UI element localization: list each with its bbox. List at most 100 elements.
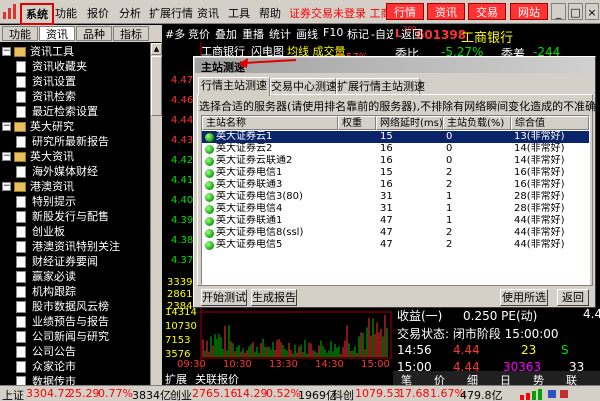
server-row[interactable]: 英大证券联通1 47 1 44(非常好)	[202, 215, 589, 227]
server-row[interactable]: 英大证券电信3(80) 31 1 28(非常好)	[202, 191, 589, 203]
tree-item[interactable]: 机构跟踪	[0, 284, 150, 300]
menu-tools[interactable]: 工具	[228, 5, 250, 21]
menu-info[interactable]: 资讯	[197, 5, 219, 21]
tree-item[interactable]: 特别提示	[0, 194, 150, 210]
tab-extended-speed[interactable]: 扩展行情主站测速	[336, 78, 425, 95]
menu-extended-market[interactable]: 扩展行情	[149, 5, 193, 21]
tree-item[interactable]: 业绩预告与报告	[0, 314, 150, 330]
tab-indicator[interactable]: 指标	[113, 26, 149, 41]
tb-auction[interactable]: 竞价	[188, 26, 210, 42]
sh-pct: 0.77%	[98, 387, 133, 400]
server-list[interactable]: 主站名称 权重 网络延时(ms) 主站负载(%) 综合值 英大证券云1 15 0 13…	[201, 115, 590, 285]
tree-item[interactable]: 资讯收藏夹	[0, 59, 150, 75]
tree-item-label: 创业板	[32, 225, 65, 238]
tab-trade-speed[interactable]: 交易中心测速	[270, 78, 337, 95]
document-icon	[16, 91, 26, 103]
tab-info[interactable]: 资讯	[39, 26, 75, 41]
website-button[interactable]: 网站	[510, 3, 548, 20]
tree-group[interactable]: − 英大研究	[0, 119, 150, 135]
menu-quote[interactable]: 报价	[87, 5, 109, 21]
income-value: 0.250 PE(动)	[463, 309, 538, 323]
tree-item[interactable]: 资讯设置	[0, 74, 150, 90]
server-row[interactable]: 英大证券电信4 31 1 28(非常好)	[202, 203, 589, 215]
document-icon	[16, 316, 26, 328]
website-button-label: 网站	[518, 6, 540, 19]
menu-analysis[interactable]: 分析	[119, 5, 141, 21]
tree-item[interactable]: 赢家必读	[0, 269, 150, 285]
tb-back[interactable]: 返回	[401, 26, 423, 42]
tab-market-speed[interactable]: 行情主站测速	[198, 77, 270, 96]
tb-stats[interactable]: 统计	[269, 26, 291, 42]
maximize-button[interactable]: □	[568, 3, 583, 20]
tree-item[interactable]: 公司公告	[0, 344, 150, 360]
col-score[interactable]: 综合值	[511, 116, 589, 130]
tb-multi[interactable]: #多	[165, 26, 185, 42]
document-icon	[16, 61, 26, 73]
tree-item-label: 资讯检索	[32, 90, 76, 103]
folder-icon	[14, 122, 26, 132]
annotation-arrow-icon	[238, 58, 297, 68]
tree-item[interactable]: 资讯检索	[0, 89, 150, 105]
tb-f10[interactable]: F10	[323, 26, 343, 39]
tree-item[interactable]: 创业板	[0, 224, 150, 240]
scroll-up-icon[interactable]: ▲	[151, 43, 162, 55]
server-row[interactable]: 英大证券联通3 16 2 16(非常好)	[202, 179, 589, 191]
start-test-button[interactable]: 开始测试	[201, 289, 247, 306]
document-icon	[16, 196, 26, 208]
tree-item[interactable]: 港澳资讯特别关注	[0, 239, 150, 255]
server-row[interactable]: 英大证券云联通2 16 0 14(非常好)	[202, 155, 589, 167]
tree-item[interactable]: 最近检索设置	[0, 104, 150, 120]
tree-item[interactable]: 众家论市	[0, 359, 150, 375]
tree-item[interactable]: 新股发行与配售	[0, 209, 150, 225]
server-row[interactable]: 英大证券云1 15 0 13(非常好)	[202, 131, 589, 143]
menu-function[interactable]: 功能	[55, 5, 77, 21]
tree-item[interactable]: 数据传市	[0, 374, 150, 385]
price-axis-label: 4.44	[171, 115, 194, 126]
tb-overlay[interactable]: 叠加	[215, 26, 237, 42]
tree-item[interactable]: 股市数据风云榜	[0, 299, 150, 315]
trade-button[interactable]: 交易	[468, 3, 506, 20]
back-button[interactable]: 返回	[557, 289, 589, 306]
col-load[interactable]: 主站负载(%)	[443, 116, 511, 130]
server-name-cell: 英大证券联通3	[216, 179, 283, 190]
tb-mark[interactable]: 标记	[347, 26, 369, 42]
server-row[interactable]: 英大证券电信8(ssl) 47 2 44(非常好)	[202, 227, 589, 239]
server-row[interactable]: 英大证券电信5 47 2 44(非常好)	[202, 239, 589, 251]
server-row[interactable]: 英大证券电信1 15 2 16(非常好)	[202, 167, 589, 179]
server-row[interactable]: 英大证券云2 16 0 14(非常好)	[202, 143, 589, 155]
tab-variety[interactable]: 品种	[76, 26, 112, 41]
collapse-icon[interactable]: −	[2, 122, 11, 131]
col-latency[interactable]: 网络延时(ms)	[376, 116, 443, 130]
menu-help[interactable]: 帮助	[259, 5, 281, 21]
minimize-button[interactable]: _	[551, 3, 566, 20]
collapse-icon[interactable]: −	[2, 182, 11, 191]
tree-group[interactable]: − 英大资讯	[0, 149, 150, 165]
tree-item[interactable]: 研究所最新报告	[0, 134, 150, 150]
tree-item[interactable]: 海外媒体财经	[0, 164, 150, 180]
market-button[interactable]: 行情	[386, 3, 424, 20]
app-logo-icon[interactable]	[2, 3, 18, 20]
tb-replay[interactable]: 重播	[242, 26, 264, 42]
tree-item[interactable]: 财经证券要闻	[0, 254, 150, 270]
use-selected-button[interactable]: 使用所选	[500, 289, 548, 306]
server-load-cell: 2	[446, 179, 453, 190]
collapse-icon[interactable]: −	[2, 47, 11, 56]
server-weight-cell	[341, 179, 375, 191]
status-signal-icon[interactable]	[520, 388, 590, 400]
close-button[interactable]: ×	[585, 3, 599, 20]
tab-function[interactable]: 功能	[2, 26, 38, 41]
info-button[interactable]: 资讯	[427, 3, 465, 20]
tree-scrollbar[interactable]: ▲	[150, 43, 162, 385]
document-icon	[16, 286, 26, 298]
scroll-thumb[interactable]	[151, 56, 162, 116]
menu-system[interactable]: 系统	[20, 3, 54, 25]
tb-draw[interactable]: 画线	[296, 26, 318, 42]
server-name-cell: 英大证券电信4	[216, 203, 283, 214]
tree-item[interactable]: 公司新闻与研究	[0, 329, 150, 345]
collapse-icon[interactable]: −	[2, 152, 11, 161]
generate-report-button[interactable]: 生成报告	[251, 289, 297, 306]
col-server-name[interactable]: 主站名称	[202, 116, 338, 130]
tree-group[interactable]: − 资讯工具	[0, 44, 150, 60]
tree-group[interactable]: − 港澳资讯	[0, 179, 150, 195]
col-weight[interactable]: 权重	[338, 116, 376, 130]
